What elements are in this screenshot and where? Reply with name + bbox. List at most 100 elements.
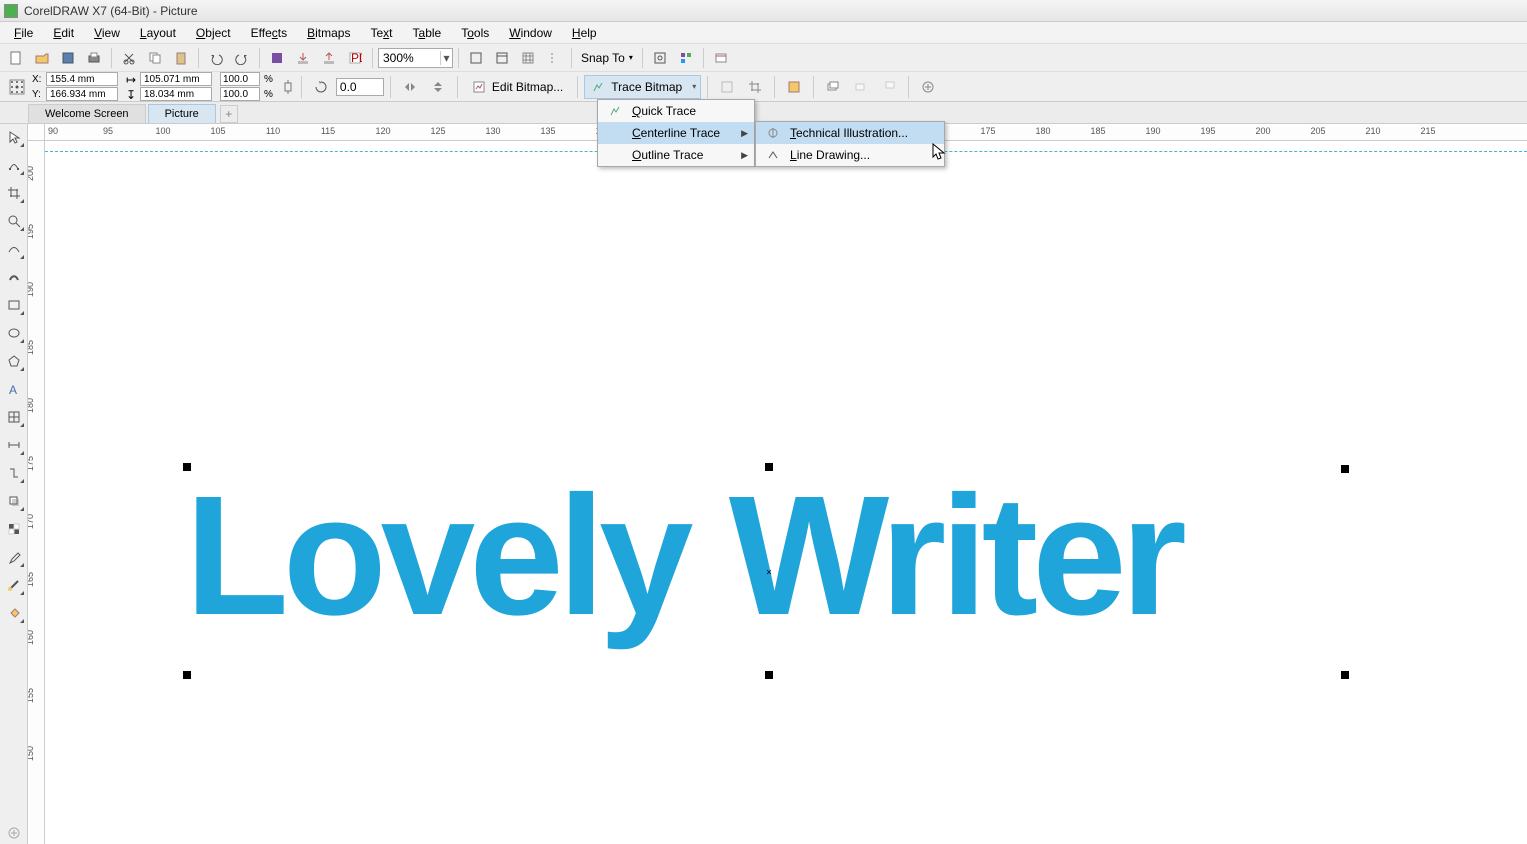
canvas[interactable]: Lovely Writer ×	[45, 141, 1527, 844]
publish-pdf-button[interactable]: PDF	[343, 47, 367, 69]
menu-item-technical-illustration[interactable]: Technical Illustration...	[756, 122, 944, 144]
menu-window[interactable]: Window	[499, 24, 562, 42]
scalex-input[interactable]	[220, 72, 260, 86]
add-preset-button[interactable]	[915, 75, 941, 99]
zoom-combo[interactable]: 300% ▾	[378, 48, 453, 68]
menu-item-line-drawing[interactable]: Line Drawing...	[756, 144, 944, 166]
options-button[interactable]	[648, 47, 672, 69]
export-button[interactable]	[317, 47, 341, 69]
drop-shadow-tool[interactable]	[3, 490, 25, 512]
vertical-ruler[interactable]: 200195190185180175170165160155150	[28, 141, 45, 844]
search-content-button[interactable]	[265, 47, 289, 69]
menu-help[interactable]: Help	[562, 24, 607, 42]
height-input[interactable]	[140, 87, 212, 101]
rectangle-tool[interactable]	[3, 294, 25, 316]
to-front-button[interactable]	[848, 75, 874, 99]
menu-tools[interactable]: Tools	[451, 24, 499, 42]
mirror-v-button[interactable]	[425, 75, 451, 99]
edit-bitmap-button[interactable]: Edit Bitmap...	[464, 75, 571, 99]
chevron-down-icon: ▾	[629, 53, 633, 62]
print-button[interactable]	[82, 47, 106, 69]
x-input[interactable]	[46, 72, 118, 86]
polygon-tool[interactable]	[3, 350, 25, 372]
fullscreen-button[interactable]	[464, 47, 488, 69]
outline-tool[interactable]	[3, 574, 25, 596]
freehand-tool[interactable]	[3, 238, 25, 260]
shape-tool[interactable]	[3, 154, 25, 176]
crop-bitmap-button[interactable]	[742, 75, 768, 99]
menu-bitmaps[interactable]: Bitmaps	[297, 24, 360, 42]
chevron-down-icon[interactable]: ▾	[440, 51, 452, 65]
menu-item-quick-trace[interactable]: Quick Trace	[598, 100, 754, 122]
text-tool[interactable]: A	[3, 378, 25, 400]
menu-view[interactable]: View	[84, 24, 130, 42]
save-button[interactable]	[56, 47, 80, 69]
ellipse-tool[interactable]	[3, 322, 25, 344]
transparency-tool[interactable]	[3, 518, 25, 540]
selection-handle-bl[interactable]	[183, 671, 191, 679]
undo-button[interactable]	[204, 47, 228, 69]
snap-to-dropdown[interactable]: Snap To ▾	[577, 51, 637, 65]
show-rulers-button[interactable]	[490, 47, 514, 69]
app-launcher-button[interactable]	[674, 47, 698, 69]
menu-text[interactable]: Text	[360, 24, 402, 42]
menu-layout[interactable]: Layout	[130, 24, 186, 42]
scaley-input[interactable]	[220, 87, 260, 101]
quick-customize-button[interactable]	[3, 822, 25, 844]
selection-handle-bm[interactable]	[765, 671, 773, 679]
menu-item-centerline-trace[interactable]: Centerline Trace ▶	[598, 122, 754, 144]
y-input[interactable]	[46, 87, 118, 101]
welcome-button[interactable]	[709, 47, 733, 69]
menu-effects[interactable]: Effects	[241, 24, 297, 42]
import-button[interactable]	[291, 47, 315, 69]
new-button[interactable]	[4, 47, 28, 69]
paste-button[interactable]	[169, 47, 193, 69]
mouse-cursor-icon	[932, 143, 946, 161]
redo-button[interactable]	[230, 47, 254, 69]
centerline-trace-label: Centerline Trace	[632, 126, 720, 140]
selection-handle-tm[interactable]	[765, 463, 773, 471]
pick-tool[interactable]	[3, 126, 25, 148]
tab-add-button[interactable]: +	[220, 105, 238, 123]
artistic-media-tool[interactable]	[3, 266, 25, 288]
copy-button[interactable]	[143, 47, 167, 69]
ruler-corner[interactable]	[28, 124, 45, 141]
rotation-input[interactable]	[336, 78, 384, 96]
eyedropper-tool[interactable]	[3, 546, 25, 568]
selection-handle-tr[interactable]	[1341, 465, 1349, 473]
zoom-tool[interactable]	[3, 210, 25, 232]
open-button[interactable]	[30, 47, 54, 69]
menu-file[interactable]: File	[4, 24, 43, 42]
menu-object[interactable]: Object	[186, 24, 241, 42]
menu-item-outline-trace[interactable]: Outline Trace ▶	[598, 144, 754, 166]
line-drawing-label: Line Drawing...	[790, 148, 870, 162]
mirror-h-button[interactable]	[397, 75, 423, 99]
table-tool[interactable]	[3, 406, 25, 428]
cut-button[interactable]	[117, 47, 141, 69]
selection-handle-br[interactable]	[1341, 671, 1349, 679]
connector-tool[interactable]	[3, 462, 25, 484]
menu-edit[interactable]: Edit	[43, 24, 84, 42]
fill-tool[interactable]	[3, 602, 25, 624]
wrap-text-button[interactable]	[781, 75, 807, 99]
crop-tool[interactable]	[3, 182, 25, 204]
menu-table[interactable]: Table	[403, 24, 452, 42]
show-grid-button[interactable]	[516, 47, 540, 69]
selection-center[interactable]: ×	[766, 568, 772, 579]
object-origin-button[interactable]	[4, 75, 30, 99]
lock-ratio-button[interactable]	[281, 76, 295, 98]
tab-picture[interactable]: Picture	[148, 104, 216, 123]
trace-bitmap-menu: Quick Trace Centerline Trace ▶ Outline T…	[597, 99, 755, 167]
resample-button[interactable]	[714, 75, 740, 99]
tab-welcome-screen[interactable]: Welcome Screen	[28, 104, 146, 123]
to-back-button[interactable]	[876, 75, 902, 99]
width-input[interactable]	[140, 72, 212, 86]
object-order-button[interactable]	[820, 75, 846, 99]
selection-handle-tl[interactable]	[183, 463, 191, 471]
artwork-text[interactable]: Lovely Writer	[185, 471, 1181, 641]
outline-trace-label: Outline Trace	[632, 148, 703, 162]
dimension-tool[interactable]	[3, 434, 25, 456]
trace-bitmap-icon	[591, 80, 605, 94]
show-guidelines-button[interactable]	[542, 47, 566, 69]
trace-bitmap-button[interactable]: Trace Bitmap	[584, 75, 701, 99]
